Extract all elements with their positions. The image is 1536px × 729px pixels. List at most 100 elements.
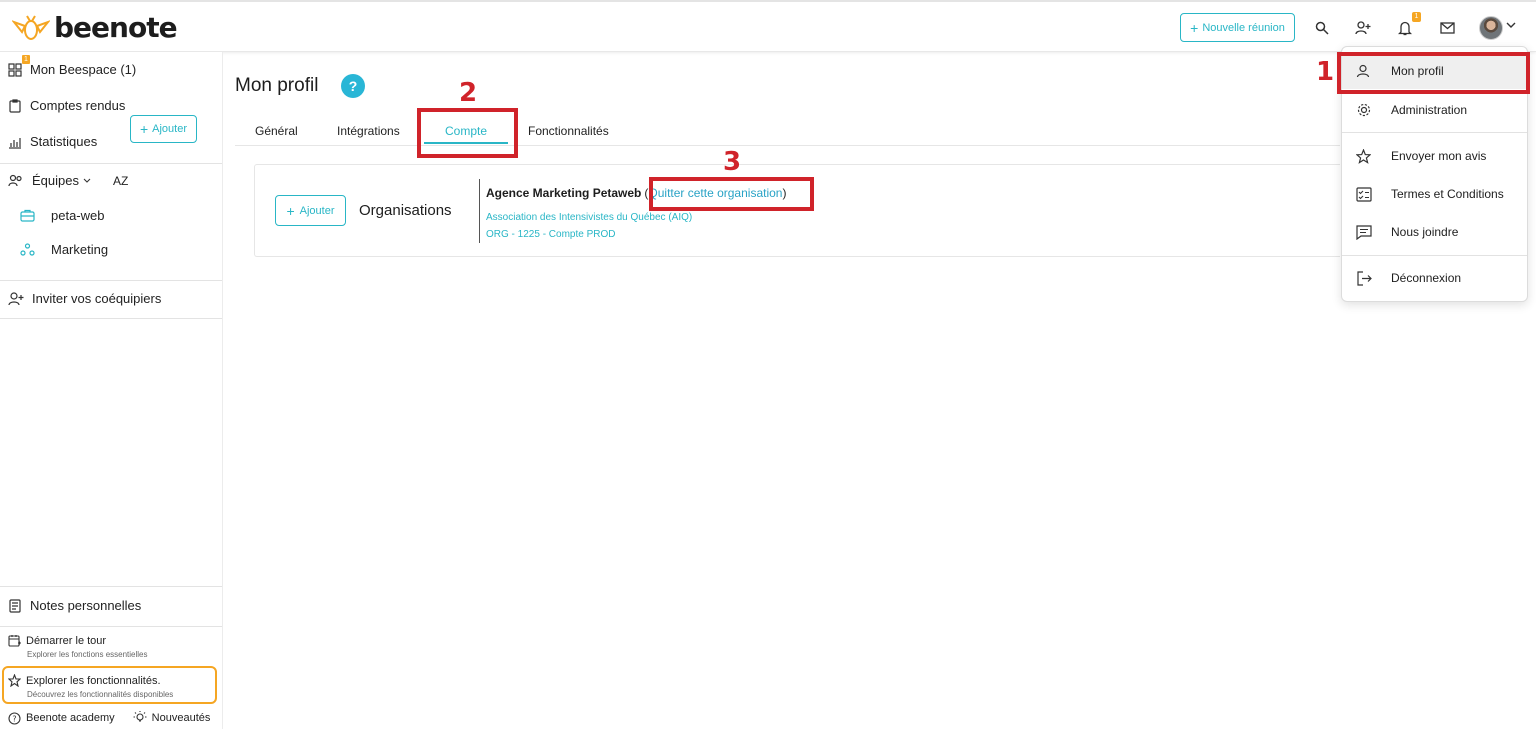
personal-notes-link[interactable]: Notes personnelles xyxy=(8,598,141,613)
sidebar-divider xyxy=(0,318,222,319)
page-title: Mon profil xyxy=(235,75,319,96)
menu-item-label: Envoyer mon avis xyxy=(1391,149,1487,163)
plus-icon: + xyxy=(139,121,149,137)
annotation-number-1: 1 xyxy=(1316,57,1335,87)
add-organization-label: Ajouter xyxy=(299,204,335,217)
messages-button[interactable] xyxy=(1437,18,1457,38)
annotation-number-3: 3 xyxy=(723,147,742,177)
user-avatar[interactable] xyxy=(1479,16,1503,40)
menu-divider xyxy=(1342,255,1527,256)
bell-icon xyxy=(1398,21,1412,35)
explore-title: Explorer les fonctionnalités. xyxy=(26,674,161,687)
tour-title: Démarrer le tour xyxy=(26,634,107,647)
annotation-box-1 xyxy=(1337,52,1530,94)
team-label: peta-web xyxy=(51,208,105,223)
team-icon xyxy=(8,174,22,186)
team-item-marketing[interactable]: Marketing xyxy=(20,242,108,257)
sidebar: Mon Beespace (1) 1 Comptes rendus Statis… xyxy=(0,52,223,729)
menu-item-feedback[interactable]: Envoyer mon avis xyxy=(1342,138,1527,174)
chart-icon xyxy=(9,137,21,149)
plus-icon: + xyxy=(1190,19,1199,36)
calendar-plus-icon xyxy=(8,635,21,647)
bee-logo-icon xyxy=(12,15,50,40)
sort-az-icon[interactable]: AZ xyxy=(113,174,128,188)
news-label: Nouveautés xyxy=(151,712,211,724)
logout-icon xyxy=(1357,270,1372,286)
chevron-down-icon[interactable] xyxy=(1506,21,1516,29)
search-button[interactable] xyxy=(1312,18,1332,38)
chevron-down-icon xyxy=(83,178,91,183)
news-link[interactable]: Nouveautés xyxy=(133,711,211,725)
sidebar-divider xyxy=(0,280,222,281)
sidebar-item-label: Mon Beespace (1) xyxy=(30,62,137,77)
menu-divider xyxy=(1342,132,1527,133)
annotation-box-3 xyxy=(649,177,814,211)
org-divider xyxy=(479,179,480,243)
sidebar-divider xyxy=(0,163,222,164)
tab-features[interactable]: Fonctionnalités xyxy=(528,124,609,138)
start-tour-link[interactable]: Démarrer le tour Explorer les fonctions … xyxy=(8,634,148,659)
help-circle-icon: ? xyxy=(8,711,21,725)
plus-icon: + xyxy=(286,202,295,219)
add-user-button[interactable] xyxy=(1353,18,1373,38)
sidebar-divider xyxy=(0,626,222,627)
academy-link[interactable]: ? Beenote academy xyxy=(8,711,115,725)
team-item-peta-web[interactable]: peta-web xyxy=(20,208,104,223)
explore-subtitle: Découvrez les fonctionnalités disponible… xyxy=(27,690,174,699)
organization-subline: Association des Intensivistes du Québec … xyxy=(486,212,693,223)
tab-general[interactable]: Général xyxy=(255,124,298,138)
teams-label: Équipes xyxy=(32,173,79,188)
network-icon xyxy=(20,243,35,256)
invite-teammates-link[interactable]: Inviter vos coéquipiers xyxy=(8,291,161,306)
team-label: Marketing xyxy=(51,242,109,257)
bottom-links: ? Beenote academy Nouveautés xyxy=(8,711,210,725)
help-button[interactable]: ? xyxy=(341,74,365,98)
menu-item-administration[interactable]: Administration xyxy=(1342,92,1527,128)
add-organization-button[interactable]: + Ajouter xyxy=(275,195,346,226)
annotation-number-2: 2 xyxy=(459,78,478,108)
academy-label: Beenote academy xyxy=(26,712,115,724)
menu-item-label: Administration xyxy=(1391,103,1468,117)
sidebar-item-label: Comptes rendus xyxy=(30,98,126,113)
tour-subtitle: Explorer les fonctions essentielles xyxy=(27,650,148,659)
star-icon xyxy=(1356,148,1371,164)
invite-label: Inviter vos coéquipiers xyxy=(32,291,162,306)
sidebar-item-beespace[interactable]: Mon Beespace (1) xyxy=(8,62,136,77)
svg-text:?: ? xyxy=(12,714,16,723)
checklist-icon xyxy=(1356,186,1372,202)
notes-icon xyxy=(9,598,21,613)
mail-icon xyxy=(1439,22,1455,34)
menu-item-terms[interactable]: Termes et Conditions xyxy=(1342,176,1527,212)
menu-item-label: Termes et Conditions xyxy=(1391,187,1504,201)
annotation-box-2 xyxy=(417,108,518,158)
gear-icon xyxy=(1357,103,1371,117)
menu-item-label: Déconnexion xyxy=(1391,271,1462,285)
add-team-button[interactable]: + Ajouter xyxy=(130,115,197,143)
menu-item-contact[interactable]: Nous joindre xyxy=(1342,214,1527,250)
beenote-logo[interactable]: beenote xyxy=(12,10,178,44)
menu-item-label: Nous joindre xyxy=(1391,225,1459,239)
organization-subline: ORG - 1225 - Compte PROD xyxy=(486,229,616,240)
add-user-icon xyxy=(1355,21,1371,35)
profile-tabs: Général Intégrations Compte Fonctionnali… xyxy=(235,118,1340,146)
add-user-icon xyxy=(8,291,24,305)
sidebar-divider xyxy=(0,586,222,587)
tab-integrations[interactable]: Intégrations xyxy=(337,124,400,138)
dashboard-grid-icon xyxy=(8,62,22,77)
logo-text: beenote xyxy=(54,10,178,44)
organizations-label: Organisations xyxy=(359,202,452,219)
add-team-label: Ajouter xyxy=(152,123,188,135)
search-icon xyxy=(1315,21,1329,35)
explore-features-link[interactable]: Explorer les fonctionnalités. Découvrez … xyxy=(8,674,173,699)
chat-icon xyxy=(1356,224,1372,240)
new-meeting-button[interactable]: + Nouvelle réunion xyxy=(1180,13,1295,42)
teams-header[interactable]: Équipes AZ xyxy=(8,173,128,188)
new-meeting-label: Nouvelle réunion xyxy=(1202,21,1285,34)
sidebar-item-reports[interactable]: Comptes rendus xyxy=(8,98,125,113)
sidebar-item-stats[interactable]: Statistiques xyxy=(8,134,97,149)
beespace-badge: 1 xyxy=(22,55,30,64)
menu-item-logout[interactable]: Déconnexion xyxy=(1342,260,1527,296)
top-header: beenote + Nouvelle réunion 1 xyxy=(0,0,1536,52)
briefcase-icon xyxy=(20,209,35,222)
lightbulb-icon xyxy=(133,711,147,722)
